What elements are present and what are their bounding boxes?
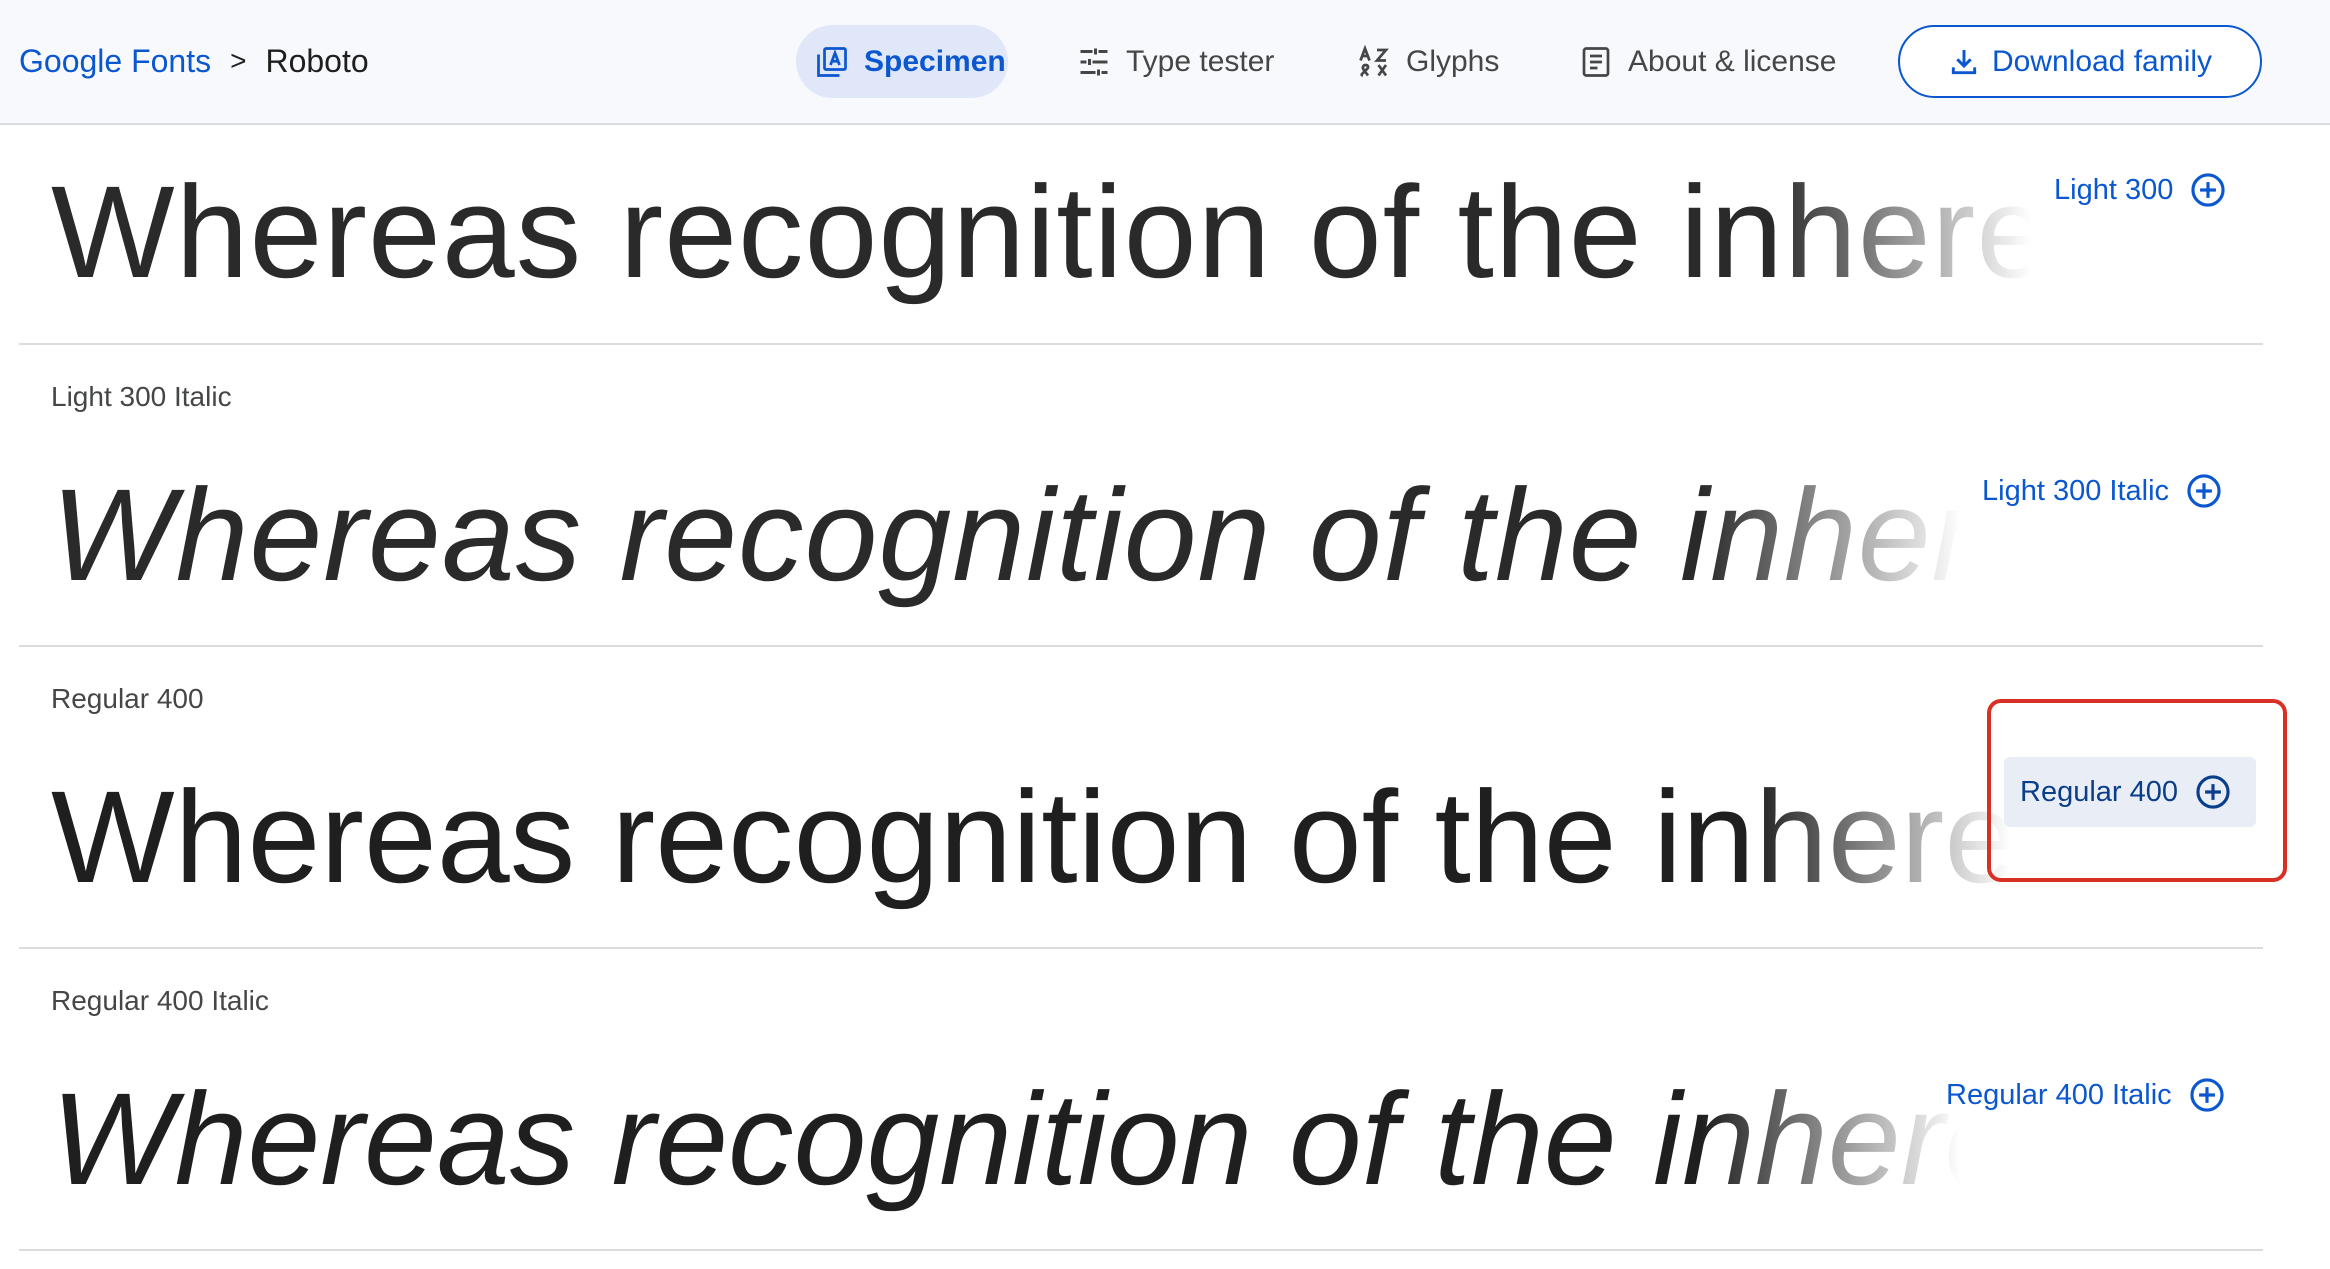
tab-label: Glyphs xyxy=(1406,44,1500,78)
sample-preview: Whereas recognition of the inherent dign… xyxy=(51,460,1961,610)
select-regular-400-italic-button[interactable]: Regular 400 Italic xyxy=(1930,1060,2242,1130)
top-bar: Google Fonts > Roboto Specimen Type test… xyxy=(0,0,2330,125)
download-icon xyxy=(1951,49,1977,74)
tab-specimen[interactable]: Specimen xyxy=(796,25,1008,98)
style-row-light-300-italic: Light 300 Italic Whereas recognition of … xyxy=(0,345,2330,647)
style-row-regular-400-italic: Regular 400 Italic Whereas recognition o… xyxy=(0,949,2330,1251)
sample-preview: Whereas recognition of the inherent dign… xyxy=(51,157,2031,307)
sample-preview: Whereas recognition of the inherent dign… xyxy=(51,1064,1961,1214)
font-specimen-page: Google Fonts > Roboto Specimen Type test… xyxy=(0,0,2330,1269)
add-circle-icon xyxy=(2191,173,2225,207)
select-label: Regular 400 Italic xyxy=(1946,1078,2172,1111)
tab-type-tester[interactable]: Type tester xyxy=(1058,25,1292,98)
select-label: Light 300 xyxy=(2054,173,2174,206)
fade-overlay xyxy=(1771,157,2031,307)
highlight-annotation xyxy=(1987,699,2287,882)
style-row-regular-400: Regular 400 Whereas recognition of the i… xyxy=(0,647,2330,949)
sample-preview: Whereas recognition of the inherent dign… xyxy=(51,762,2011,912)
select-light-300-button[interactable]: Light 300 xyxy=(2038,155,2243,225)
fade-overlay xyxy=(1751,762,2011,912)
specimen-icon xyxy=(817,46,847,77)
add-circle-icon xyxy=(2190,1078,2224,1112)
sample-text: Whereas recognition of the inherent dign… xyxy=(51,1065,1961,1212)
fade-overlay xyxy=(1701,460,1961,610)
fade-overlay xyxy=(1701,1064,1961,1214)
sample-text: Whereas recognition of the inherent dign… xyxy=(51,461,1961,608)
tab-label: About & license xyxy=(1628,44,1837,78)
glyphs-icon xyxy=(1359,44,1389,77)
tab-glyphs[interactable]: Glyphs xyxy=(1338,25,1517,98)
style-label: Regular 400 xyxy=(51,683,204,714)
select-label: Light 300 Italic xyxy=(1982,474,2170,507)
sliders-icon xyxy=(1080,48,1108,75)
style-label: Regular 400 Italic xyxy=(51,985,269,1016)
style-label: Light 300 Italic xyxy=(51,381,232,412)
sample-text: Whereas recognition of the inherent dign… xyxy=(51,158,2031,305)
style-row-light-300: Whereas recognition of the inherent dign… xyxy=(0,125,2330,345)
sample-text: Whereas recognition of the inherent dign… xyxy=(51,763,2011,910)
tab-label: Specimen xyxy=(864,44,1006,78)
tab-about-license[interactable]: About & license xyxy=(1560,25,1854,98)
row-divider xyxy=(19,1249,2263,1251)
article-icon xyxy=(1582,46,1610,77)
download-family-button[interactable]: Download family xyxy=(1898,25,2262,98)
download-label: Download family xyxy=(1991,44,2213,78)
tab-label: Type tester xyxy=(1126,44,1275,78)
select-light-300-italic-button[interactable]: Light 300 Italic xyxy=(1966,456,2239,526)
add-circle-icon xyxy=(2187,474,2221,508)
